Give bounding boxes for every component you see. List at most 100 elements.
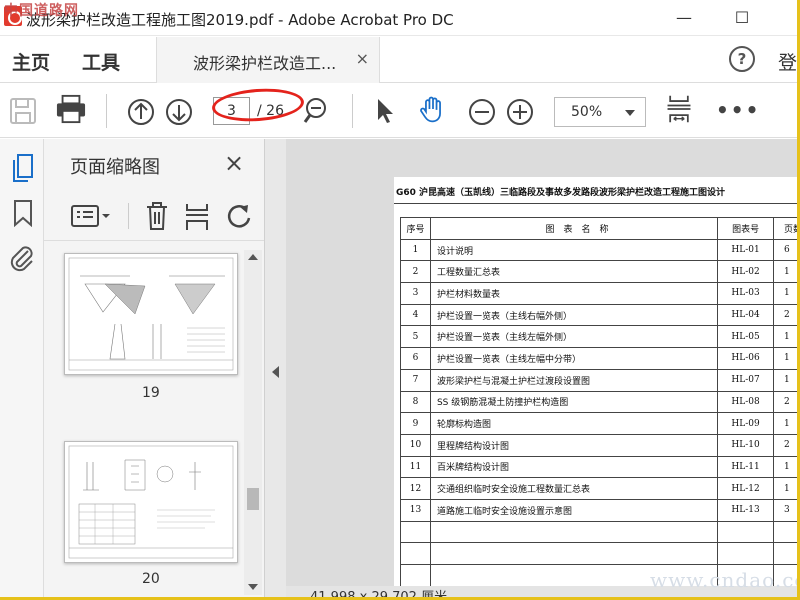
- table-cell: 护栏材料数量表: [429, 282, 719, 305]
- table-cell: [717, 520, 775, 544]
- document-tab[interactable]: 波形梁护栏改造工... ×: [156, 37, 380, 83]
- page-thumbnail-19[interactable]: [64, 253, 238, 375]
- thumbnail-drawing: [68, 445, 234, 559]
- watermark-top: 中国道路网: [4, 3, 79, 19]
- page-size-readout: 41.998 x 29.702 厘米: [310, 590, 448, 600]
- heading-rule: [394, 203, 800, 204]
- maximize-button[interactable]: ☐: [730, 6, 754, 30]
- table-cell: HL-03: [717, 282, 775, 305]
- panel-collapse-bar[interactable]: [264, 139, 286, 600]
- table-cell: HL-13: [717, 498, 775, 522]
- scroll-down-icon[interactable]: [248, 584, 258, 590]
- attachment-icon[interactable]: [8, 243, 36, 273]
- table-cell: 1: [773, 260, 800, 284]
- table-cell: 里程牌结构设计图: [429, 433, 719, 457]
- table-cell: 1: [773, 455, 800, 479]
- table-cell: 百米牌结构设计图: [429, 455, 719, 479]
- table-cell: 9: [400, 412, 431, 435]
- table-cell: 10: [400, 433, 431, 457]
- chevron-down-icon: [625, 110, 635, 116]
- table-row: 12 交通组织临时安全设施工程数量汇总表 HL-12 1: [400, 477, 800, 500]
- fit-page-icon[interactable]: [664, 94, 694, 124]
- thumbnail-scrollbar[interactable]: [244, 250, 262, 595]
- more-tools-icon[interactable]: •••: [716, 98, 760, 122]
- table-cell: HL-08: [717, 390, 775, 414]
- table-cell: 护栏设置一览表（主线左幅外侧）: [429, 325, 719, 349]
- zoom-search-icon[interactable]: [302, 96, 330, 126]
- toolbar-separator: [128, 203, 129, 229]
- table-cell: 2: [773, 390, 800, 414]
- previous-page-icon[interactable]: [126, 97, 156, 127]
- table-cell: 12: [400, 477, 431, 500]
- table-cell: 1: [773, 347, 800, 370]
- print-icon[interactable]: [54, 94, 88, 124]
- top-nav: 主页 工具 波形梁护栏改造工... × ? 登: [0, 37, 800, 83]
- table-cell: 2: [400, 260, 431, 284]
- table-cell: 1: [400, 238, 431, 262]
- extract-pages-icon[interactable]: [184, 202, 210, 232]
- zoom-level-select[interactable]: 50%: [554, 97, 646, 127]
- table-row: 8 SS 级钢筋混凝土防撞护栏构造图 HL-08 2: [400, 390, 800, 414]
- help-icon[interactable]: ?: [729, 46, 755, 72]
- page-thumbnails-icon[interactable]: [10, 153, 36, 183]
- close-tab-icon[interactable]: ×: [356, 49, 369, 68]
- table-cell: 4: [400, 303, 431, 327]
- table-cell: HL-01: [717, 238, 775, 262]
- table-cell: 6: [773, 238, 800, 262]
- table-cell: HL-12: [717, 477, 775, 500]
- navigation-rail: [0, 139, 44, 600]
- table-row: 2 工程数量汇总表 HL-02 1: [400, 260, 800, 284]
- sign-in-link[interactable]: 登: [778, 48, 797, 75]
- window-title: 波形梁护栏改造工程施工图2019.pdf - Adobe Acrobat Pro…: [26, 11, 454, 29]
- document-view[interactable]: G60 沪昆高速（玉凯线）三临路段及事故多发路段波形梁护栏改造工程施工图设计 序…: [286, 139, 800, 600]
- table-cell: 5: [400, 325, 431, 349]
- delete-icon[interactable]: [144, 201, 170, 231]
- save-icon[interactable]: [8, 96, 38, 126]
- nav-tools[interactable]: 工具: [82, 48, 120, 75]
- options-menu-icon[interactable]: [70, 203, 112, 229]
- title-bar: 波形梁护栏改造工程施工图2019.pdf - Adobe Acrobat Pro…: [0, 0, 800, 36]
- table-cell: [429, 542, 719, 565]
- thumbnail-page-number: 20: [142, 571, 160, 587]
- rotate-icon[interactable]: [224, 201, 254, 231]
- minimize-button[interactable]: —: [672, 6, 696, 30]
- zoom-out-icon[interactable]: [467, 97, 497, 127]
- page-thumbnail-20[interactable]: [64, 441, 238, 563]
- next-page-icon[interactable]: [164, 97, 194, 127]
- table-cell: 交通组织临时安全设施工程数量汇总表: [429, 477, 719, 500]
- table-cell: 6: [400, 347, 431, 370]
- collapse-arrow-icon[interactable]: [272, 366, 279, 378]
- scrollbar-thumb[interactable]: [247, 488, 259, 510]
- toolbar: 3 / 26 50% •••: [0, 84, 800, 138]
- table-cell: 7: [400, 368, 431, 392]
- table-row: 5 护栏设置一览表（主线左幅外侧） HL-05 1: [400, 325, 800, 349]
- select-cursor-icon[interactable]: [374, 96, 398, 126]
- close-panel-icon[interactable]: ×: [224, 149, 244, 177]
- table-cell: 13: [400, 498, 431, 522]
- table-row: 7 波形梁护栏与混凝土护栏过渡段设置图 HL-07 1: [400, 368, 800, 392]
- table-cell: [429, 520, 719, 544]
- watermark-bottom: www.cndao.com: [650, 568, 800, 592]
- table-row: [400, 520, 800, 544]
- table-cell: [773, 520, 800, 544]
- nav-home[interactable]: 主页: [12, 48, 50, 75]
- column-header: 序号: [400, 217, 431, 240]
- zoom-in-icon[interactable]: [505, 97, 535, 127]
- page-thumbnails-panel: 页面缩略图 × 19 20: [44, 139, 264, 600]
- table-cell: 1: [773, 325, 800, 349]
- bookmark-icon[interactable]: [12, 199, 34, 227]
- table-header-row: 序号 图 表 名 称 图表号 页数: [400, 217, 800, 240]
- table-cell: HL-11: [717, 455, 775, 479]
- table-cell: 护栏设置一览表（主线右幅外侧）: [429, 303, 719, 327]
- toolbar-separator: [352, 94, 353, 128]
- panel-title: 页面缩略图: [70, 157, 160, 178]
- hand-tool-icon[interactable]: [416, 94, 450, 124]
- zoom-level-value: 50%: [571, 104, 603, 120]
- scroll-up-icon[interactable]: [248, 254, 258, 260]
- table-cell: 轮廓标构造图: [429, 412, 719, 435]
- table-cell: [400, 542, 431, 565]
- table-cell: 3: [773, 498, 800, 522]
- table-cell: [717, 542, 775, 565]
- column-header: 页数: [773, 217, 800, 240]
- table-cell: 道路施工临时安全设施设置示意图: [429, 498, 719, 522]
